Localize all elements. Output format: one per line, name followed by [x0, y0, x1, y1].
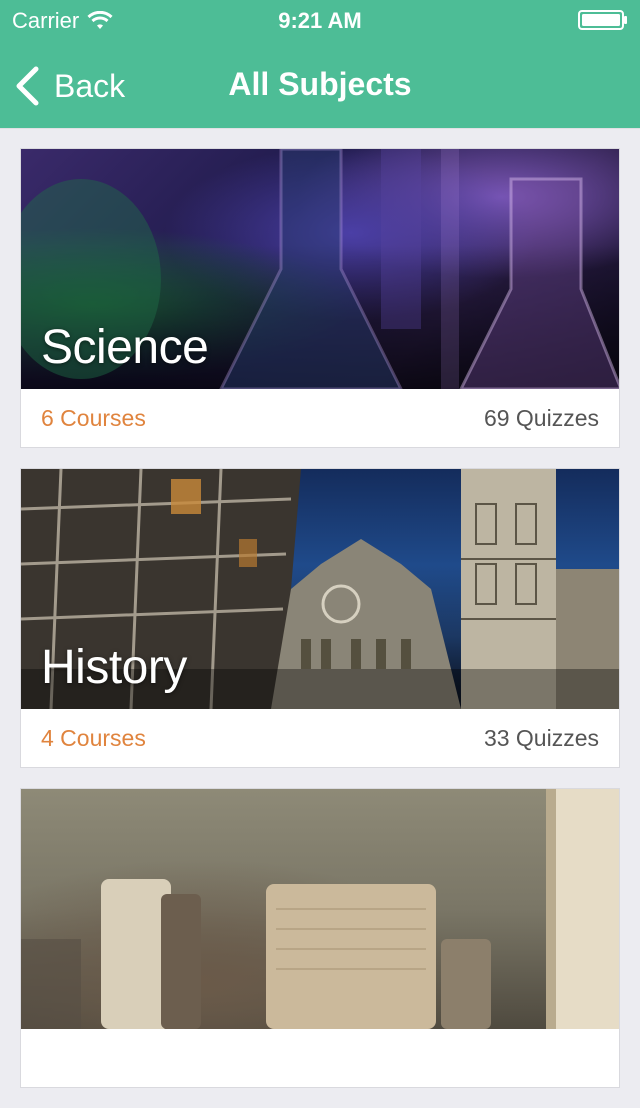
nav-row: Back All Subjects	[0, 40, 640, 128]
courses-count: 4 Courses	[41, 724, 146, 751]
books-illustration	[21, 789, 619, 1029]
page-title: All Subjects	[228, 66, 412, 102]
subject-title: History	[41, 641, 187, 694]
status-time: 9:21 AM	[278, 8, 362, 33]
quizzes-count: 69 Quizzes	[483, 404, 599, 431]
status-bar: Carrier 9:21 AM	[0, 0, 640, 40]
courses-count: 6 Courses	[41, 404, 146, 431]
navigation-bar: Carrier 9:21 AM Back All Subjects	[0, 0, 640, 128]
subject-meta: 6 Courses 69 Quizzes	[21, 389, 619, 447]
subjects-list: Science 6 Courses 69 Quizzes History 4 C…	[20, 148, 620, 1108]
subject-card-literature[interactable]	[20, 788, 620, 1088]
history-image: History	[21, 469, 619, 709]
science-image: Science	[21, 149, 619, 389]
subject-title: Science	[41, 321, 209, 374]
subject-card-history[interactable]: History 4 Courses 33 Quizzes	[20, 468, 620, 768]
battery-icon	[578, 10, 627, 30]
books-image	[21, 789, 619, 1029]
quizzes-count: 33 Quizzes	[483, 724, 599, 751]
subject-meta: 4 Courses 33 Quizzes	[21, 709, 619, 767]
subject-card-science[interactable]: Science 6 Courses 69 Quizzes	[20, 148, 620, 448]
